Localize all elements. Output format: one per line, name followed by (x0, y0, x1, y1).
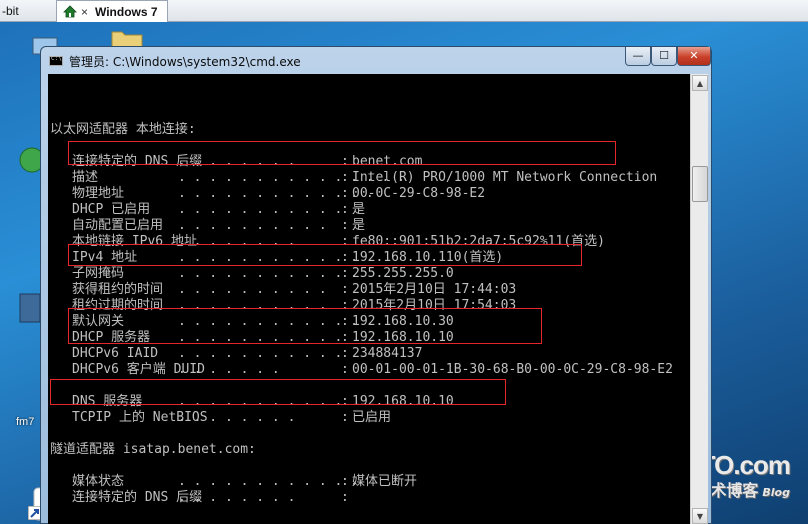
console-output[interactable]: 以太网适配器 本地连接: 连接特定的 DNS 后缀. . . . . . . .… (48, 74, 690, 524)
maximize-button[interactable]: ☐ (651, 47, 677, 66)
highlight-gateway-dhcp (68, 308, 542, 344)
vm-tab-windows7-label: Windows 7 (95, 5, 158, 19)
highlight-dns-server (50, 379, 506, 405)
vm-tab-bar: -bit × Windows 7 (0, 0, 808, 22)
desktop-label-fm7: fm7 (16, 416, 35, 428)
scroll-thumb[interactable] (692, 166, 708, 202)
close-button[interactable]: ✕ (677, 47, 711, 66)
vm-tab-close-icon[interactable]: × (81, 1, 88, 23)
window-titlebar[interactable]: 管理员: C:\Windows\system32\cmd.exe (41, 47, 711, 73)
scroll-down-icon[interactable]: ▼ (692, 508, 708, 524)
vertical-scrollbar[interactable]: ▲ ▼ (690, 74, 708, 524)
vm-tab-previous-label: -bit (2, 4, 19, 18)
adapter-heading: 以太网适配器 本地连接: (50, 122, 196, 137)
minimize-button[interactable]: — (625, 47, 651, 66)
globe-icon[interactable] (18, 140, 42, 180)
highlight-ipv4 (68, 244, 582, 266)
highlight-dns-suffix (68, 141, 616, 165)
window-title: 管理员: C:\Windows\system32\cmd.exe (69, 55, 301, 69)
scroll-up-icon[interactable]: ▲ (692, 75, 708, 91)
home-icon (63, 5, 77, 18)
watermark-blog: Blog (762, 486, 790, 499)
cmd-window: 管理员: C:\Windows\system32\cmd.exe — ☐ ✕ 以… (40, 46, 712, 524)
vm-tab-windows7[interactable]: × Windows 7 (56, 0, 168, 22)
tunnel-adapter-heading: 隧道适配器 isatap.benet.com: (50, 442, 256, 457)
cmd-icon (49, 55, 63, 66)
app-icon[interactable] (16, 290, 42, 326)
vm-tab-previous[interactable]: -bit (0, 0, 52, 22)
